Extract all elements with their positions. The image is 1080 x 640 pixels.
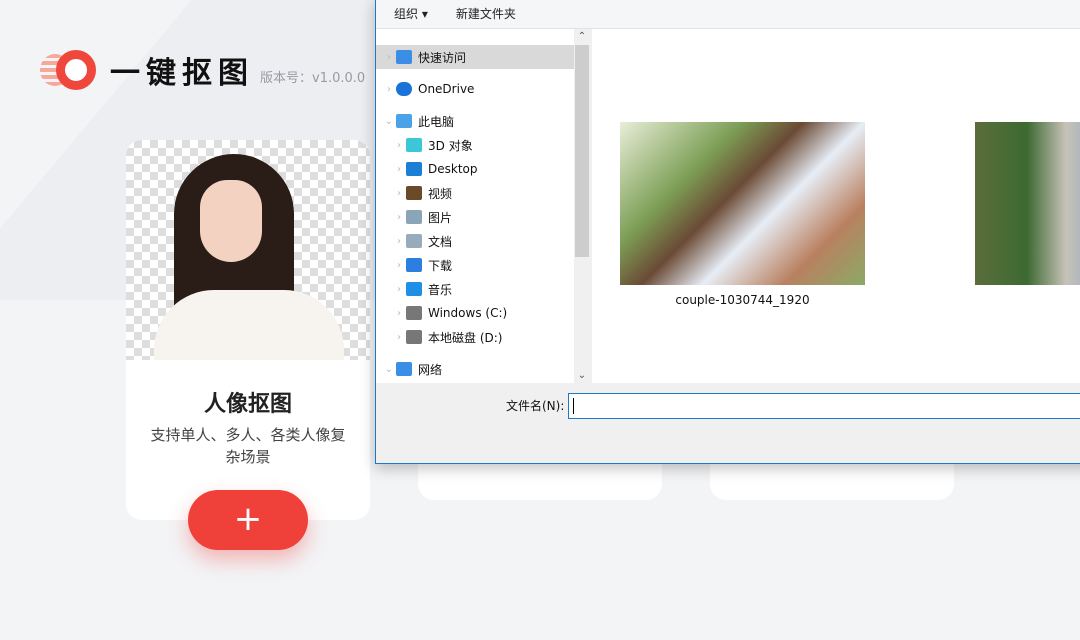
music-icon	[406, 282, 422, 296]
nav-item-label: 网络	[418, 362, 443, 377]
network-icon	[396, 362, 412, 376]
nav-item-label: 下载	[428, 258, 453, 273]
navigation-pane: ⌃ ⌄ › 快速访问 › OneDrive ⌄ 此电脑 › 3D 对象 › Desktop › 视频 › 图…	[376, 29, 590, 383]
nav-item[interactable]: › 下载	[376, 253, 574, 277]
expand-chevron-icon[interactable]: ›	[392, 284, 406, 295]
app-logo: 一键抠图 版本号：v1.0.0.0	[40, 48, 365, 92]
expand-chevron-icon[interactable]: ›	[392, 140, 406, 151]
nav-item-label: 3D 对象	[428, 138, 473, 153]
nav-item-label: 图片	[428, 210, 453, 225]
file-open-dialog: 组织 ▾ 新建文件夹 ⌃ ⌄ › 快速访问 › OneDrive ⌄ 此电脑 › 3D 对象 › D…	[375, 0, 1080, 464]
nav-item-label: Desktop	[428, 162, 478, 176]
nav-item-label: 本地磁盘 (D:)	[428, 330, 503, 345]
file-thumbnail[interactable]	[975, 122, 1080, 285]
expand-chevron-icon[interactable]: ›	[392, 164, 406, 175]
app-title: 一键抠图	[110, 56, 254, 91]
filename-label: 文件名(N):	[506, 399, 565, 413]
nav-item[interactable]: › 图片	[376, 205, 574, 229]
drive-icon	[406, 306, 422, 320]
nav-item[interactable]: › 3D 对象	[376, 133, 574, 157]
nav-item[interactable]: › Desktop	[376, 157, 574, 181]
nav-item-label: 快速访问	[418, 50, 467, 65]
new-folder-button[interactable]: 新建文件夹	[456, 5, 516, 22]
film-icon	[406, 186, 422, 200]
nav-item[interactable]: › 文档	[376, 229, 574, 253]
nav-item[interactable]: › 本地磁盘 (D:)	[376, 325, 574, 349]
download-icon	[406, 258, 422, 272]
nav-item-label: OneDrive	[418, 82, 475, 96]
cloud-icon	[396, 82, 412, 96]
nav-item[interactable]: › OneDrive	[376, 77, 574, 101]
cube-icon	[406, 138, 422, 152]
desktop-icon	[406, 162, 422, 176]
nav-item-label: 文档	[428, 234, 453, 249]
expand-chevron-icon[interactable]: ›	[392, 308, 406, 319]
add-image-button[interactable]: +	[188, 490, 308, 550]
expand-chevron-icon[interactable]: ›	[392, 212, 406, 223]
picture-icon	[406, 210, 422, 224]
file-list: couple-1030744_1920	[592, 29, 1080, 383]
expand-chevron-icon[interactable]: ›	[392, 236, 406, 247]
document-icon	[406, 234, 422, 248]
expand-chevron-icon[interactable]: ›	[392, 260, 406, 271]
nav-item[interactable]: ⌄ 网络	[376, 357, 574, 381]
nav-item[interactable]: › 视频	[376, 181, 574, 205]
nav-item-label: 音乐	[428, 282, 453, 297]
computer-icon	[396, 114, 412, 128]
nav-item[interactable]: ⌄ 此电脑	[376, 109, 574, 133]
star-icon	[396, 50, 412, 64]
expand-chevron-icon[interactable]: ⌄	[382, 364, 396, 375]
card-title: 人像抠图	[203, 392, 292, 417]
expand-chevron-icon[interactable]: ›	[392, 188, 406, 199]
portrait-cutout-card[interactable]: 人像抠图 支持单人、多人、各类人像复杂场景	[126, 140, 370, 520]
dialog-footer: 文件名(N):	[376, 383, 1080, 465]
dialog-toolbar: 组织 ▾ 新建文件夹	[376, 0, 1080, 29]
logo-icon	[40, 50, 96, 90]
nav-item[interactable]: › 音乐	[376, 277, 574, 301]
card-description: 支持单人、多人、各类人像复杂场景	[150, 426, 346, 466]
nav-scrollbar[interactable]: ⌃ ⌄	[574, 29, 590, 383]
nav-item-label: 视频	[428, 186, 453, 201]
expand-chevron-icon[interactable]: ›	[382, 52, 396, 63]
file-name[interactable]: couple-1030744_1920	[620, 293, 865, 307]
nav-item-label: 此电脑	[418, 114, 455, 129]
nav-item-label: Windows (C:)	[428, 306, 508, 320]
nav-item[interactable]: › 快速访问	[376, 45, 574, 69]
drive-icon	[406, 330, 422, 344]
organize-menu[interactable]: 组织 ▾	[394, 5, 428, 22]
expand-chevron-icon[interactable]: ⌄	[382, 116, 396, 127]
file-thumbnail[interactable]	[620, 122, 865, 285]
version-label: 版本号：v1.0.0.0	[260, 70, 366, 86]
nav-item[interactable]: › Windows (C:)	[376, 301, 574, 325]
filename-input[interactable]	[568, 393, 1080, 419]
portrait-sample-image	[126, 140, 370, 360]
expand-chevron-icon[interactable]: ›	[392, 332, 406, 343]
expand-chevron-icon[interactable]: ›	[382, 84, 396, 95]
